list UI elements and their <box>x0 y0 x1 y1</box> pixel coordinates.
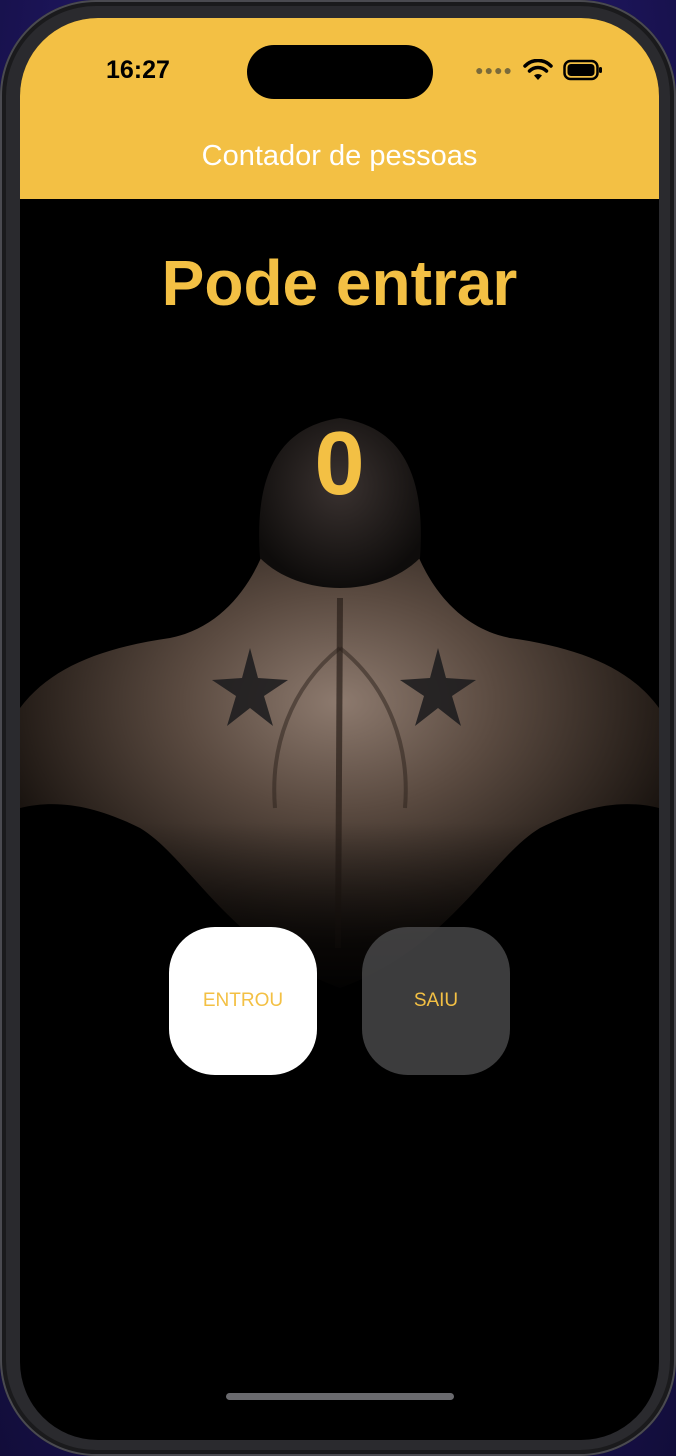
wifi-icon <box>523 59 553 80</box>
dynamic-island <box>247 45 433 99</box>
battery-icon <box>563 59 602 81</box>
status-time: 16:27 <box>106 56 170 84</box>
nav-title: Contador de pessoas <box>201 140 478 172</box>
home-indicator[interactable] <box>226 1393 454 1400</box>
signal-dots-icon: ●●●● <box>475 62 513 78</box>
nav-header: 16:27 ●●●● Contador de pessoas <box>20 18 659 199</box>
entered-button[interactable]: ENTROU <box>169 927 317 1075</box>
people-count: 0 <box>314 414 365 514</box>
left-button[interactable]: SAIU <box>362 927 510 1075</box>
status-icons: ●●●● <box>475 56 603 84</box>
app-screen: 16:27 ●●●● Contador de pessoas Pode entr… <box>20 18 659 1440</box>
status-headline: Pode entrar <box>161 247 518 319</box>
